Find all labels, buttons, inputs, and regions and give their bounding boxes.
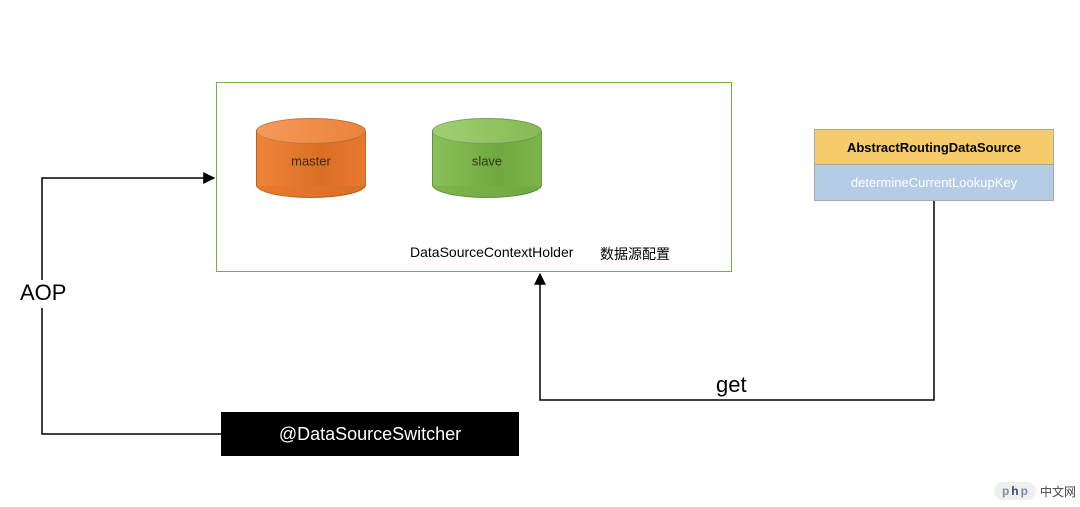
- diagram-canvas: master slave DataSourceContextHolder 数据源…: [0, 0, 1080, 507]
- watermark-text: 中文网: [1040, 483, 1076, 500]
- master-database-icon: master: [256, 118, 366, 198]
- abstract-routing-box: AbstractRoutingDataSource: [814, 129, 1054, 165]
- datasource-switcher-tag: @DataSourceSwitcher: [221, 412, 519, 456]
- context-holder-label: DataSourceContextHolder: [410, 244, 590, 266]
- determine-key-box: determineCurrentLookupKey: [814, 165, 1054, 201]
- context-holder-config-label: 数据源配置: [600, 244, 700, 266]
- watermark: p h p 中文网: [994, 479, 1076, 503]
- get-label: get: [716, 372, 747, 398]
- aop-label: AOP: [20, 280, 66, 306]
- master-label: master: [256, 154, 366, 169]
- slave-label: slave: [432, 154, 542, 169]
- watermark-logo: p h p: [994, 482, 1036, 500]
- slave-database-icon: slave: [432, 118, 542, 198]
